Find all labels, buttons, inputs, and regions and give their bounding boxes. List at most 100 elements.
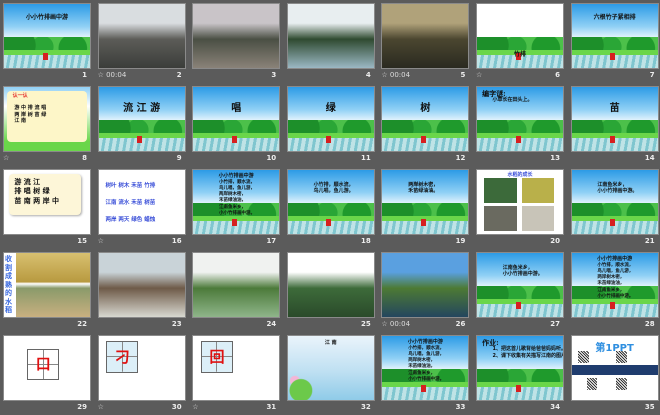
slide-thumbnail-18[interactable]: 小竹排，顺水流， 鸟儿唱，鱼儿游。 18	[286, 169, 375, 249]
slide-preview[interactable]: 第1PPT	[570, 335, 659, 401]
slide-thumbnail-2[interactable]: 2 ☆ 00:04	[97, 3, 186, 83]
slide-thumbnail-17[interactable]: 小小竹排画中游 小竹排，顺水流， 鸟儿唱，鱼儿游， 两岸树木密， 禾苗绿油油， 江南鱼米乡…	[192, 169, 281, 249]
slide-thumbnail-34[interactable]: 作业: 1、把这首儿歌背给爸爸妈妈听。 2、课下收集有关描写江南的图片。 34	[476, 335, 564, 415]
slide-thumbnail-7[interactable]: 六根竹子紧相排 7	[570, 3, 659, 83]
slide-preview[interactable]: 小小竹排画中游	[3, 3, 91, 69]
slide-number: 20	[550, 237, 560, 245]
slide-thumbnail-8[interactable]: 认一认游 中 排 流 唱两 岸 树 苗 绿江 南 8 ☆	[3, 86, 91, 166]
slide-thumbnail-21[interactable]: 江南鱼米乡， 小小竹排画中游。 21	[570, 169, 659, 249]
slide-preview[interactable]: 绿	[286, 86, 375, 152]
slide-preview[interactable]: 小小竹排画中游 小竹排，顺水流， 鸟儿唱，鱼儿游， 两岸树木密， 禾苗绿油油， 江南鱼米乡…	[381, 335, 470, 401]
photo	[382, 253, 469, 317]
slide-preview[interactable]: 江南鱼米乡， 小小竹排画中游。	[476, 252, 564, 318]
slide-preview[interactable]: 两岸树木密， 禾苗绿油油。	[381, 169, 470, 235]
slide-preview[interactable]: 树	[381, 86, 470, 152]
slide-number: 13	[550, 154, 560, 162]
slide-preview[interactable]: 小小竹排画中游 小竹排，顺水流， 鸟儿唱，鱼儿游， 两岸树木密， 禾苗绿油油， 江南鱼米乡…	[192, 169, 281, 235]
slide-thumbnail-14[interactable]: 苗 14	[570, 86, 659, 166]
photo	[98, 4, 185, 68]
slide-thumbnail-35[interactable]: 第1PPT 35	[570, 335, 659, 415]
slide-preview[interactable]: 回	[192, 335, 281, 401]
bamboo-raft-figure	[610, 135, 616, 143]
slide-number: 5	[460, 71, 466, 79]
slide-title: 认一认	[12, 93, 28, 100]
slide-preview[interactable]: 树叶 树木 禾苗 竹排 江南 流水 禾苗 树苗 两岸 两天 绿色 蜡烛	[97, 169, 186, 235]
slide-preview[interactable]	[192, 3, 281, 69]
slide-thumbnail-10[interactable]: 唱 10	[192, 86, 281, 166]
slide-preview[interactable]	[381, 252, 470, 318]
slide-number: 4	[365, 71, 371, 79]
slide-number: 14	[644, 154, 655, 162]
slide-preview[interactable]: 小小竹排画中游 小竹排，顺水流， 鸟儿唱，鱼儿游， 两岸树木密， 禾苗绿油油， 江南鱼米乡…	[570, 252, 659, 318]
slide-preview[interactable]: 唱	[192, 86, 281, 152]
slide-preview[interactable]	[286, 252, 375, 318]
slide-preview[interactable]: 流 江 游	[97, 86, 186, 152]
slide-preview[interactable]: 六根竹子紧相排	[570, 3, 659, 69]
slide-transition-timing[interactable]: ☆	[3, 154, 9, 162]
slide-title: 苗	[609, 102, 620, 114]
slide-thumbnail-33[interactable]: 小小竹排画中游 小竹排，顺水流， 鸟儿唱，鱼儿游， 两岸树木密， 禾苗绿油油， 江南鱼米乡…	[381, 335, 470, 415]
qr-code	[616, 378, 627, 390]
slide-text: 游 中 排 流 唱两 岸 树 苗 绿江 南	[14, 105, 46, 125]
slide-thumbnail-4[interactable]: 4	[286, 3, 375, 83]
slide-thumbnail-20[interactable]: 水稻的成长 20	[476, 169, 564, 249]
slide-text: 小草长在田头上。	[492, 97, 532, 104]
slide-preview[interactable]: 作业: 1、把这首儿歌背给爸爸妈妈听。 2、课下收集有关描写江南的图片。	[476, 335, 564, 401]
slide-preview[interactable]: 收割成熟的水稻	[3, 252, 91, 318]
slide-thumbnail-22[interactable]: 收割成熟的水稻 22	[3, 252, 91, 332]
slide-thumbnail-6[interactable]: 竹排 6 ☆	[476, 3, 564, 83]
slide-preview[interactable]	[286, 3, 375, 69]
text-line: 两岸 两天 绿色 蜡烛	[105, 216, 156, 223]
slide-thumbnail-27[interactable]: 江南鱼米乡， 小小竹排画中游。 27	[476, 252, 564, 332]
slide-preview[interactable]: 编字谜: 小草长在田头上。	[476, 86, 564, 152]
slide-thumbnail-3[interactable]: 3	[192, 3, 281, 83]
text-line: 游 流 江	[14, 177, 41, 186]
slide-thumbnail-12[interactable]: 树 12	[381, 86, 470, 166]
slide-thumbnail-29[interactable]: 口 29	[3, 335, 91, 415]
slide-thumbnail-1[interactable]: 小小竹排画中游 1	[3, 3, 91, 83]
slide-preview[interactable]: 游 流 江排 唱 树 绿苗 南 两 岸 中	[3, 169, 91, 235]
slide-transition-timing[interactable]: ☆ 00:04	[381, 71, 410, 79]
slide-thumbnail-19[interactable]: 两岸树木密， 禾苗绿油油。 19	[381, 169, 470, 249]
slide-thumbnail-15[interactable]: 游 流 江排 唱 树 绿苗 南 两 岸 中 15	[3, 169, 91, 249]
slide-preview[interactable]: 江 南	[286, 335, 375, 401]
slide-preview[interactable]	[192, 252, 281, 318]
slide-thumbnail-5[interactable]: 5 ☆ 00:04	[381, 3, 470, 83]
slide-transition-timing[interactable]: ☆	[98, 237, 104, 245]
text-line: 小小竹排画中游。	[408, 376, 445, 382]
slide-thumbnail-16[interactable]: 树叶 树木 禾苗 竹排 江南 流水 禾苗 树苗 两岸 两天 绿色 蜡烛 16 ☆	[97, 169, 186, 249]
slide-transition-timing[interactable]: ☆ 00:04	[381, 320, 410, 328]
slide-thumbnail-24[interactable]: 24	[192, 252, 281, 332]
slide-preview[interactable]: 江南鱼米乡， 小小竹排画中游。	[570, 169, 659, 235]
slide-number: 3	[271, 71, 277, 79]
slide-preview[interactable]: 口	[3, 335, 91, 401]
slide-preview[interactable]: 刁	[97, 335, 186, 401]
slide-transition-timing[interactable]: ☆ 00:04	[98, 71, 127, 79]
slide-thumbnail-30[interactable]: 刁 30 ☆	[97, 335, 186, 415]
text-line: 小小竹排画中游。	[218, 210, 255, 216]
slide-number: 11	[361, 154, 371, 162]
slide-thumbnail-23[interactable]: 23	[97, 252, 186, 332]
qr-code	[578, 351, 589, 363]
slide-preview[interactable]: 苗	[570, 86, 659, 152]
slide-thumbnail-32[interactable]: 江 南32	[286, 335, 375, 415]
slide-text: 江南鱼米乡， 小小竹排画中游。	[597, 182, 637, 196]
slide-preview[interactable]	[381, 3, 470, 69]
slide-preview[interactable]: 水稻的成长	[476, 169, 564, 235]
slide-thumbnail-31[interactable]: 回 31 ☆	[192, 335, 281, 415]
slide-thumbnail-9[interactable]: 流 江 游 9	[97, 86, 186, 166]
slide-thumbnail-28[interactable]: 小小竹排画中游 小竹排，顺水流， 鸟儿唱，鱼儿游， 两岸树木密， 禾苗绿油油， 江南鱼米乡…	[570, 252, 659, 332]
slide-preview[interactable]: 认一认游 中 排 流 唱两 岸 树 苗 绿江 南	[3, 86, 91, 152]
slide-thumbnail-13[interactable]: 编字谜: 小草长在田头上。 13	[476, 86, 564, 166]
slide-thumbnail-26[interactable]: 26 ☆ 00:04	[381, 252, 470, 332]
slide-preview[interactable]: 小竹排，顺水流， 鸟儿唱，鱼儿游。	[286, 169, 375, 235]
slide-transition-timing[interactable]: ☆	[476, 71, 482, 79]
slide-preview[interactable]: 竹排	[476, 3, 564, 69]
slide-thumbnail-11[interactable]: 绿 11	[286, 86, 375, 166]
slide-number: 22	[77, 320, 87, 328]
bamboo-raft-figure	[231, 135, 237, 143]
slide-preview[interactable]	[97, 252, 186, 318]
slide-thumbnail-25[interactable]: 25	[286, 252, 375, 332]
slide-number: 1	[82, 71, 87, 79]
slide-preview[interactable]	[97, 3, 186, 69]
